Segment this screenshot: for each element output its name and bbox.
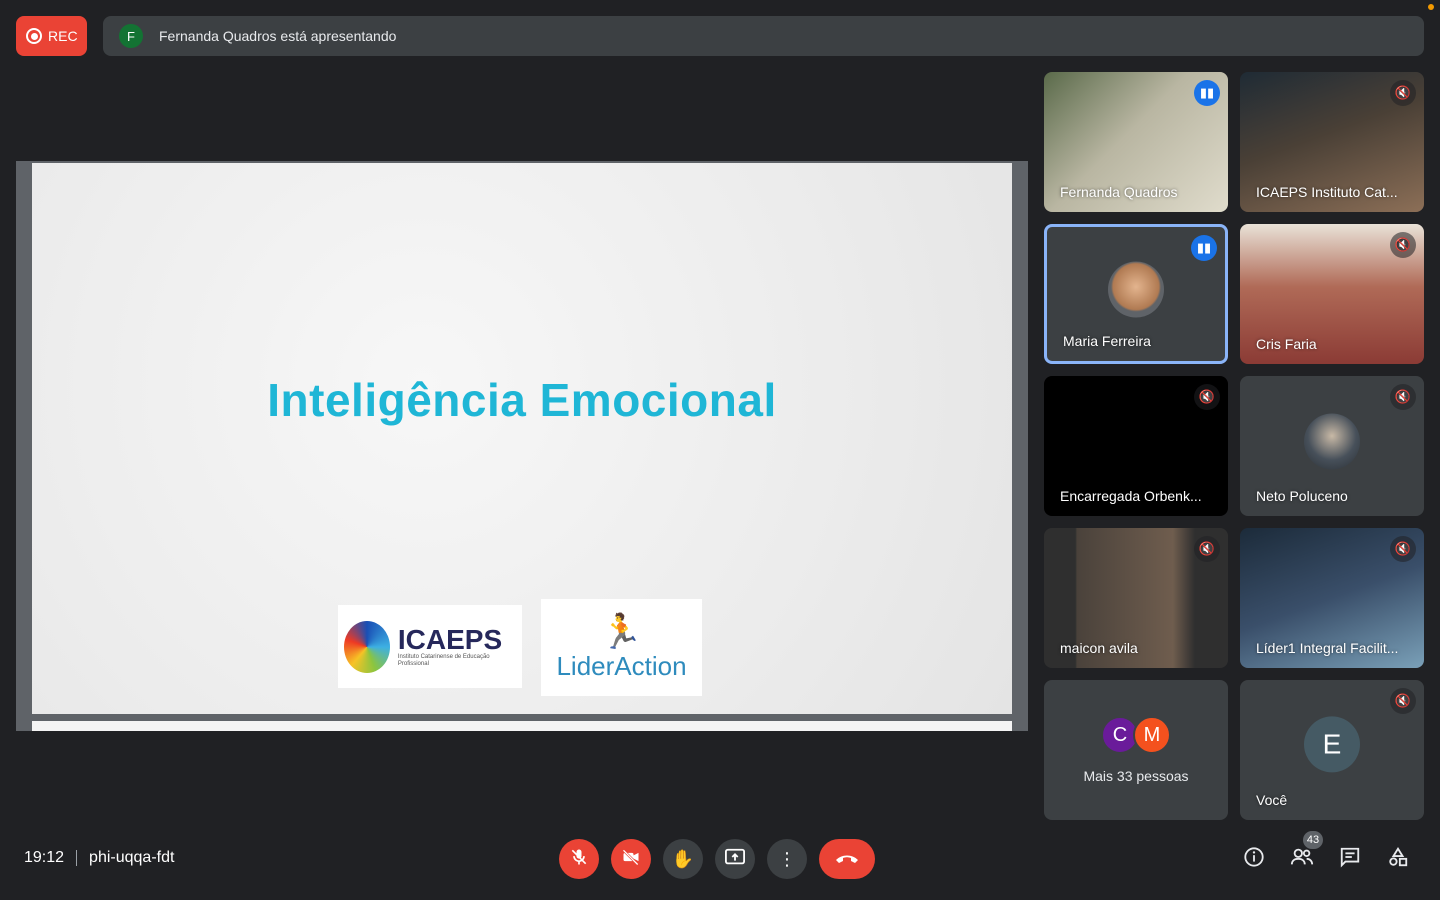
presentation-stage[interactable]: Inteligência Emocional ICAEPS Instituto … [16, 161, 1028, 731]
slide-title: Inteligência Emocional [267, 374, 777, 426]
camera-off-icon [621, 847, 641, 872]
meeting-info: 19:12 phi-uqqa-fdt [24, 849, 174, 867]
mic-off-icon: 🔇 [1194, 384, 1220, 410]
participant-name: Você [1256, 792, 1288, 808]
camera-toggle-button[interactable] [611, 839, 651, 879]
meeting-time: 19:12 [24, 849, 65, 866]
mic-off-icon: 🔇 [1390, 232, 1416, 258]
people-icon [1290, 846, 1314, 874]
participant-name: Líder1 Integral Facilit... [1256, 640, 1399, 656]
mic-off-icon: 🔇 [1390, 688, 1416, 714]
chat-button[interactable] [1336, 846, 1364, 874]
more-options-icon: ⋮ [778, 848, 796, 869]
people-count-badge: 43 [1303, 831, 1323, 849]
present-screen-button[interactable] [715, 839, 755, 879]
participant-name: Cris Faria [1256, 336, 1317, 352]
recording-label: REC [48, 28, 78, 44]
activities-button[interactable] [1384, 846, 1412, 874]
raise-hand-button[interactable]: ✋ [663, 839, 703, 879]
participant-name: Neto Poluceno [1256, 488, 1348, 504]
meeting-details-button[interactable] [1240, 846, 1268, 874]
presenter-avatar: F [119, 24, 143, 48]
participant-tile[interactable]: 🔇 Neto Poluceno [1240, 376, 1424, 516]
presenter-text: Fernanda Quadros está apresentando [159, 28, 397, 44]
icaeps-logo-subtitle: Instituto Catarinense de Educação Profis… [397, 653, 490, 667]
avatar: M [1133, 716, 1171, 754]
participant-name: Fernanda Quadros [1060, 184, 1178, 200]
meeting-code: phi-uqqa-fdt [89, 849, 175, 866]
next-slide-edge [32, 721, 1012, 731]
notification-dot [1428, 4, 1434, 10]
avatar [1108, 261, 1164, 318]
participant-name: maicon avila [1060, 640, 1138, 656]
raise-hand-icon: ✋ [671, 848, 695, 869]
info-icon [1243, 846, 1265, 874]
mic-off-icon: 🔇 [1194, 536, 1220, 562]
lideraction-logo-name: LiderAction [556, 651, 687, 681]
lideraction-logo: 🏃 LiderAction [541, 599, 702, 696]
icaeps-logo: ICAEPS Instituto Catarinense de Educação… [338, 605, 522, 688]
record-icon [26, 28, 42, 44]
participant-tile[interactable]: 🔇 ICAEPS Instituto Cat... [1240, 72, 1424, 212]
mic-off-icon: 🔇 [1390, 384, 1416, 410]
end-call-button[interactable] [819, 839, 875, 879]
recording-indicator[interactable]: REC [16, 16, 87, 56]
mic-off-icon: 🔇 [1390, 536, 1416, 562]
self-tile[interactable]: 🔇 E Você [1240, 680, 1424, 820]
participant-name: Maria Ferreira [1063, 333, 1151, 349]
participant-tile[interactable]: 🔇 Cris Faria [1240, 224, 1424, 364]
participant-tile[interactable]: ▮▮ Maria Ferreira [1044, 224, 1228, 364]
participant-name: Encarregada Orbenk... [1060, 488, 1202, 504]
end-call-icon [834, 849, 860, 870]
speaking-indicator-icon: ▮▮ [1191, 235, 1217, 261]
participant-tile[interactable]: 🔇 maicon avila [1044, 528, 1228, 668]
runner-icon: 🏃 [600, 613, 643, 651]
divider [76, 850, 78, 866]
avatar: E [1304, 716, 1360, 773]
icaeps-swirl-icon [344, 620, 390, 673]
mic-off-icon: 🔇 [1390, 80, 1416, 106]
people-button[interactable] [1288, 846, 1316, 874]
present-screen-icon [724, 847, 746, 872]
mic-off-icon [569, 847, 589, 872]
participant-tile[interactable]: 🔇 Líder1 Integral Facilit... [1240, 528, 1424, 668]
presentation-slide: Inteligência Emocional ICAEPS Instituto … [32, 163, 1012, 714]
speaking-indicator-icon: ▮▮ [1194, 80, 1220, 106]
participant-tile[interactable]: ▮▮ Fernanda Quadros [1044, 72, 1228, 212]
more-people-tile[interactable]: C M Mais 33 pessoas [1044, 680, 1228, 820]
icaeps-logo-name: ICAEPS [397, 623, 503, 655]
more-options-button[interactable]: ⋮ [767, 839, 807, 879]
mic-toggle-button[interactable] [559, 839, 599, 879]
more-people-label: Mais 33 pessoas [1083, 768, 1189, 784]
participant-tile[interactable]: 🔇 Encarregada Orbenk... [1044, 376, 1228, 516]
presenter-banner: F Fernanda Quadros está apresentando [103, 16, 1424, 56]
avatar [1304, 413, 1360, 470]
chat-icon [1339, 846, 1361, 874]
activities-icon [1387, 846, 1409, 874]
participant-name: ICAEPS Instituto Cat... [1256, 184, 1398, 200]
